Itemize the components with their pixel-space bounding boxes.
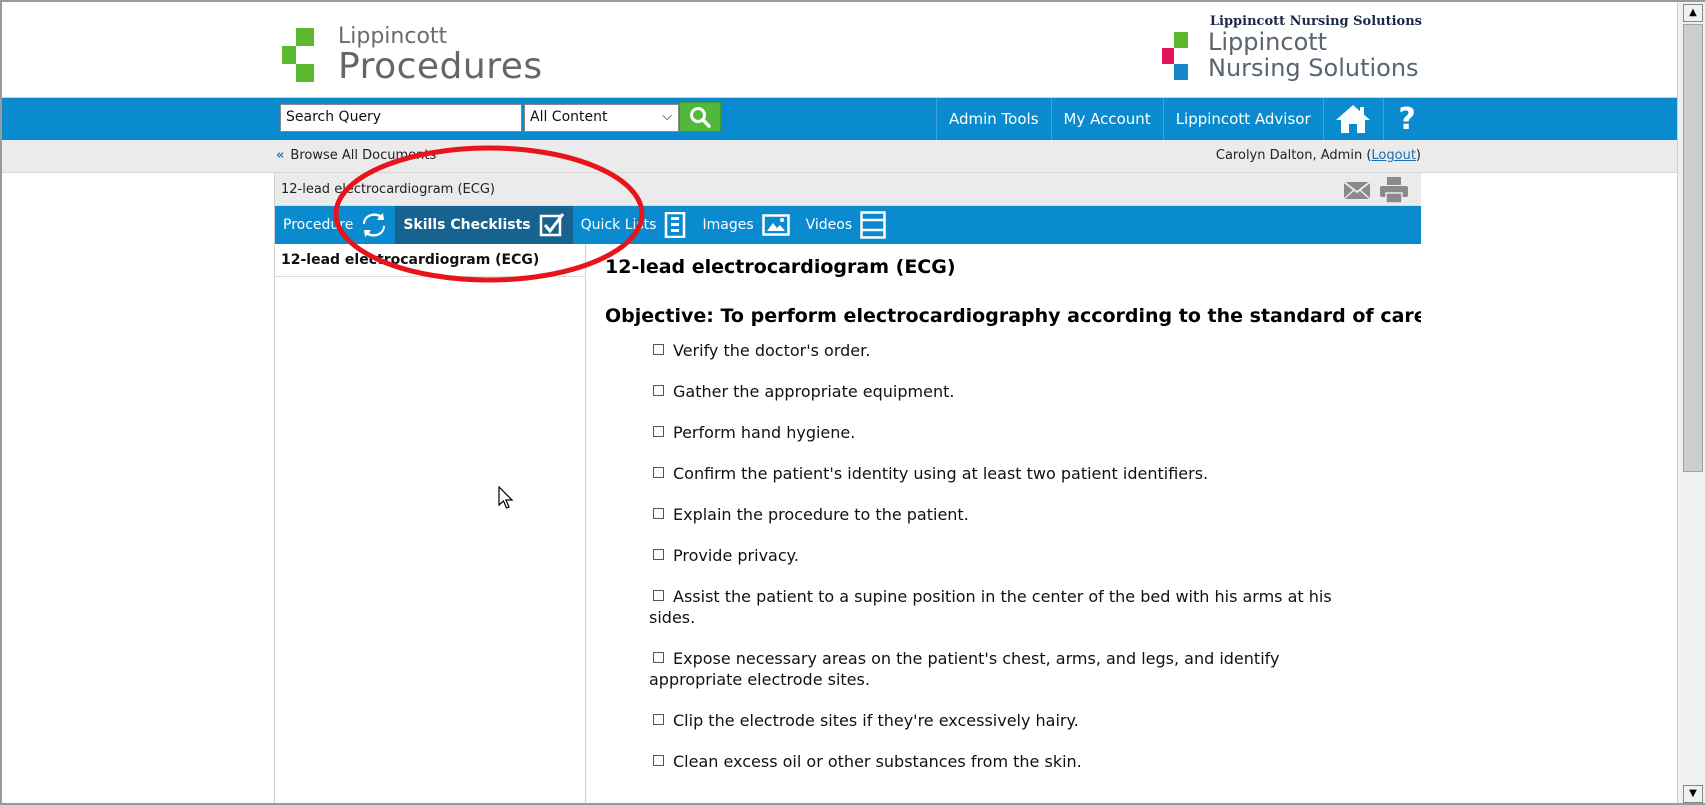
logo-right-supertitle: Lippincott Nursing Solutions	[1209, 14, 1422, 29]
mouse-cursor-icon	[498, 486, 514, 509]
checklist-step[interactable]: Perform hand hygiene.	[653, 422, 1373, 443]
help-icon: ?	[1398, 101, 1416, 137]
browser-viewport: Lippincott Procedures Lippincott Nursing…	[0, 0, 1705, 805]
images-icon	[761, 214, 790, 236]
checkbox-icon[interactable]	[653, 755, 664, 766]
checkbox-icon[interactable]	[653, 344, 664, 355]
main-navigation: Search Query All Content ⌵ Admin Tools M…	[2, 98, 1677, 140]
nav-my-account[interactable]: My Account	[1050, 98, 1163, 140]
checklist-step[interactable]: Clip the electrode sites if they're exce…	[653, 710, 1373, 731]
tab-procedure[interactable]: Procedure	[275, 206, 395, 244]
scroll-up-arrow-icon[interactable]: ▲	[1683, 4, 1703, 22]
checklist-step[interactable]: Verify the doctor's order.	[653, 340, 1373, 361]
step-text: Provide privacy.	[673, 546, 799, 565]
step-text: Clip the electrode sites if they're exce…	[673, 711, 1079, 730]
document-tabs: Procedure Skills Checklists Quick Lists …	[275, 206, 1421, 244]
checklist-step[interactable]: Gather the appropriate equipment.	[653, 381, 1373, 402]
checklist-steps: Verify the doctor's order. Gather the ap…	[649, 340, 1373, 792]
step-text: Verify the doctor's order.	[673, 341, 871, 360]
search-input[interactable]: Search Query	[280, 104, 522, 132]
checklist-icon	[539, 212, 565, 238]
checklist-content: 12-lead electrocardiogram (ECG) Objectiv…	[587, 244, 1421, 803]
logo-right-line1: Lippincott	[1208, 28, 1328, 56]
search-icon	[690, 107, 711, 128]
email-icon[interactable]	[1343, 179, 1371, 201]
checklist-heading: 12-lead electrocardiogram (ECG)	[605, 256, 956, 278]
breadcrumb-bar: « Browse All Documents Carolyn Dalton, Ad…	[2, 140, 1677, 173]
tab-quick-lists-label: Quick Lists	[580, 217, 657, 233]
nav-admin-tools[interactable]: Admin Tools	[936, 98, 1051, 140]
content-scope-select[interactable]: All Content ⌵	[524, 104, 679, 132]
tab-procedure-label: Procedure	[283, 217, 354, 233]
checkbox-icon[interactable]	[653, 652, 664, 663]
tab-videos-label: Videos	[805, 217, 853, 233]
step-text: Clean excess oil or other substances fro…	[673, 752, 1082, 771]
checklist-step[interactable]: Expose necessary areas on the patient's …	[649, 648, 1309, 690]
help-button[interactable]: ?	[1382, 98, 1431, 140]
scrollbar-thumb[interactable]	[1683, 24, 1703, 472]
checkbox-icon[interactable]	[653, 590, 664, 601]
checklist-step[interactable]: Provide privacy.	[653, 545, 1373, 566]
browse-label: Browse All Documents	[290, 148, 437, 163]
step-text: Expose necessary areas on the patient's …	[649, 649, 1280, 689]
page-scrollbar[interactable]: ▲ ▼	[1677, 2, 1705, 803]
scroll-down-arrow-icon[interactable]: ▼	[1683, 785, 1703, 803]
nursing-solutions-logo-mark-icon	[1162, 32, 1188, 80]
browse-all-documents-link[interactable]: « Browse All Documents	[276, 148, 436, 163]
document-tools	[1343, 176, 1409, 204]
checklist-step[interactable]: Explain the procedure to the patient.	[653, 504, 1373, 525]
videos-icon	[860, 211, 886, 239]
step-text: Assist the patient to a supine position …	[649, 587, 1332, 627]
logo-left-line2: Procedures	[338, 46, 543, 87]
checkbox-icon[interactable]	[653, 549, 664, 560]
tab-videos[interactable]: Videos	[798, 206, 895, 244]
tab-images-label: Images	[702, 217, 754, 233]
checklist-objective: Objective: To perform electrocardiograph…	[605, 305, 1421, 327]
nav-links: Admin Tools My Account Lippincott Adviso…	[936, 98, 1431, 140]
step-text: Perform hand hygiene.	[673, 423, 856, 442]
home-button[interactable]	[1322, 98, 1383, 140]
procedures-logo-mark-icon	[282, 28, 314, 82]
document-title: 12-lead electrocardiogram (ECG)	[281, 182, 495, 197]
search-button[interactable]	[679, 102, 721, 132]
step-text: Explain the procedure to the patient.	[673, 505, 969, 524]
logout-link[interactable]: Logout	[1371, 148, 1416, 163]
step-text: Confirm the patient's identity using at …	[673, 464, 1209, 483]
checklist-step[interactable]: Clean excess oil or other substances fro…	[653, 751, 1373, 772]
document-panel: 12-lead electrocardiogram (ECG) Procedur…	[274, 173, 1421, 803]
lippincott-nursing-solutions-logo[interactable]: Lippincott Nursing Solutions Lippincott …	[1162, 14, 1422, 94]
checklist-step[interactable]: Assist the patient to a supine position …	[649, 586, 1349, 628]
checkbox-icon[interactable]	[653, 426, 664, 437]
checkbox-icon[interactable]	[653, 467, 664, 478]
chevron-down-icon: ⌵	[662, 109, 672, 124]
logo-right-line2: Nursing Solutions	[1208, 54, 1419, 82]
step-text: Gather the appropriate equipment.	[673, 382, 955, 401]
print-icon[interactable]	[1379, 176, 1409, 204]
checklist-step[interactable]: Confirm the patient's identity using at …	[653, 463, 1373, 484]
double-chevron-left-icon: «	[276, 148, 285, 163]
document-title-bar: 12-lead electrocardiogram (ECG)	[275, 173, 1421, 206]
tab-skills-checklists-label: Skills Checklists	[403, 217, 531, 233]
sidebar-item-ecg-checklist[interactable]: 12-lead electrocardiogram (ECG)	[275, 244, 585, 277]
tab-quick-lists[interactable]: Quick Lists	[573, 206, 695, 244]
checkbox-icon[interactable]	[653, 508, 664, 519]
content-scope-value: All Content	[530, 109, 608, 125]
checkbox-icon[interactable]	[653, 714, 664, 725]
checkbox-icon[interactable]	[653, 385, 664, 396]
checklist-sidebar: 12-lead electrocardiogram (ECG)	[275, 244, 586, 803]
quick-lists-icon	[664, 212, 686, 238]
home-icon	[1336, 105, 1371, 133]
nav-lippincott-advisor[interactable]: Lippincott Advisor	[1162, 98, 1323, 140]
site-header: Lippincott Procedures Lippincott Nursing…	[2, 2, 1677, 98]
tab-skills-checklists[interactable]: Skills Checklists	[395, 206, 573, 244]
procedure-icon	[361, 212, 387, 238]
user-suffix: )	[1415, 148, 1421, 163]
user-info: Carolyn Dalton, Admin (Logout)	[1216, 148, 1421, 163]
tab-images[interactable]: Images	[694, 206, 797, 244]
user-name: Carolyn Dalton, Admin (	[1215, 148, 1372, 163]
